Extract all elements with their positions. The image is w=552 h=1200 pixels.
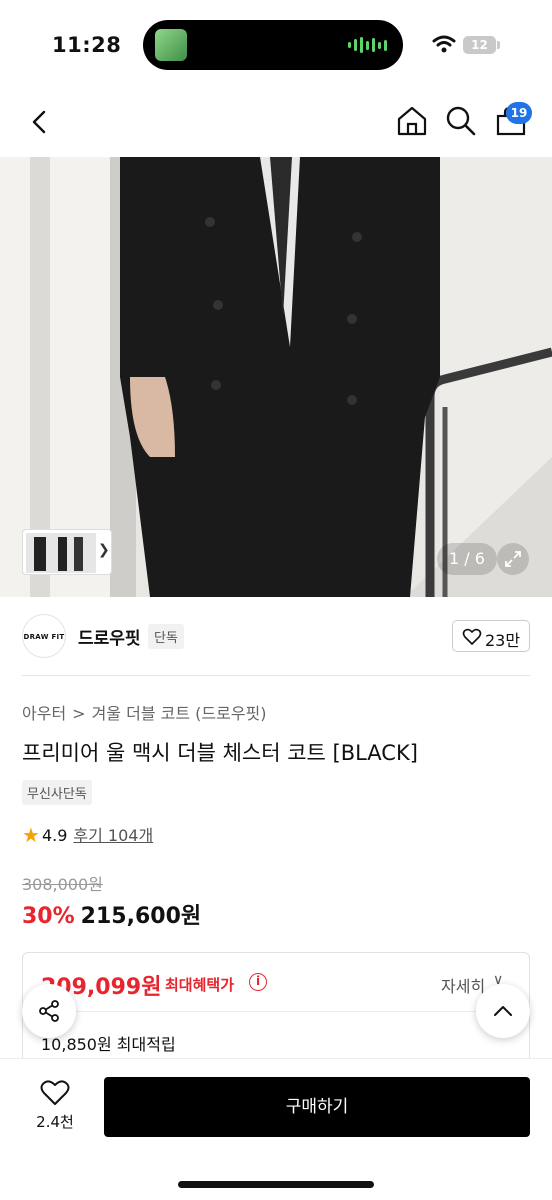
chevron-up-icon — [494, 1006, 512, 1016]
breadcrumb-subcategory[interactable]: 겨울 더블 코트 (드로우핏) — [92, 704, 267, 723]
star-icon: ★ — [22, 823, 40, 847]
rating-row: ★ 4.9 후기 104개 — [22, 822, 153, 847]
back-icon[interactable] — [24, 106, 56, 138]
home-indicator — [178, 1181, 374, 1188]
status-bar: 11:28 12 — [0, 0, 552, 90]
expand-icon — [505, 551, 521, 567]
rating-score: 4.9 — [41, 826, 68, 845]
audio-wave-icon — [348, 37, 387, 53]
chevron-right-icon: > — [72, 704, 86, 723]
search-icon[interactable] — [444, 104, 478, 138]
thumbnail-image — [26, 533, 96, 573]
breadcrumb-category[interactable]: 아우터 — [22, 704, 66, 723]
divider — [22, 675, 530, 676]
price-row: 30% 215,600원 — [22, 898, 201, 930]
max-benefit-label: 최대혜택가 — [165, 976, 235, 994]
product-title: 프리미어 울 맥시 더블 체스터 코트 [BLACK] — [22, 741, 418, 765]
share-icon — [39, 1000, 59, 1022]
discount-rate: 30% — [22, 904, 75, 929]
breadcrumb: 아우터 > 겨울 더블 코트 (드로우핏) — [22, 700, 267, 724]
share-button[interactable] — [22, 984, 76, 1038]
brand-logo[interactable]: DRAW FIT — [22, 614, 66, 658]
original-price: 308,000원 — [22, 875, 103, 894]
top-nav — [0, 92, 552, 152]
divider — [39, 1011, 513, 1012]
bottom-action-bar: 2.4천 구매하기 — [0, 1058, 552, 1200]
expand-button[interactable] — [497, 543, 529, 575]
info-icon[interactable]: i — [249, 973, 267, 991]
heart-icon — [40, 1080, 70, 1105]
dynamic-island — [143, 20, 403, 70]
brand-name[interactable]: 드로우핏 — [78, 624, 141, 649]
scroll-top-button[interactable] — [476, 984, 530, 1038]
thumbnail-strip[interactable]: ❯ — [22, 529, 112, 575]
brand-tag: 단독 — [148, 624, 184, 649]
battery-nub — [497, 41, 500, 49]
brand-row: DRAW FIT 드로우핏 단독 23만 — [0, 614, 552, 660]
brand-like-count: 23만 — [485, 631, 521, 650]
heart-icon — [462, 628, 482, 645]
reviews-link[interactable]: 후기 104개 — [73, 826, 153, 845]
wifi-icon — [432, 35, 456, 53]
chevron-right-icon: ❯ — [98, 542, 110, 558]
detail-link[interactable]: 자세히 — [441, 973, 485, 997]
sale-price: 215,600원 — [80, 904, 202, 929]
battery-level: 12 — [463, 36, 496, 54]
image-counter: 1 / 6 — [437, 543, 497, 575]
wish-count: 2.4천 — [36, 1113, 74, 1131]
now-playing-artwork — [155, 29, 187, 61]
status-time: 11:28 — [52, 33, 122, 57]
exclusive-badge: 무신사단독 — [22, 780, 92, 805]
wish-button[interactable]: 2.4천 — [20, 1079, 90, 1139]
product-image-gallery[interactable]: ❯ 1 / 6 — [0, 157, 552, 597]
brand-like-button[interactable]: 23만 — [452, 620, 530, 652]
home-icon[interactable] — [395, 104, 429, 138]
benefit-box: 209,099원 최대혜택가 i 자세히 ∨ 10,850원 최대적립 — [22, 952, 530, 1072]
cart-count-badge: 19 — [506, 102, 532, 124]
buy-button[interactable]: 구매하기 — [104, 1077, 530, 1137]
